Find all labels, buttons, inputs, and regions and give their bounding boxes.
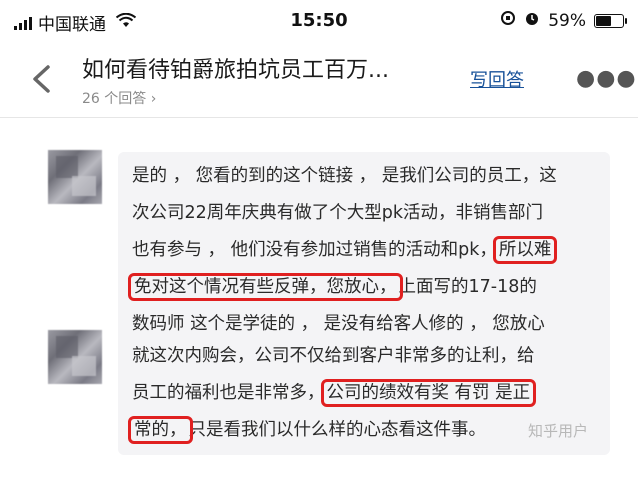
avatar (48, 330, 102, 384)
highlight-box: 公司的绩效有奖 有罚 是正 (320, 379, 537, 407)
message-line: 免对这个情况有些反弹，您放心， 上面写的17-18的 (128, 273, 537, 301)
nav-bar: 如何看待铂爵旅拍坑员工百万... 26 个回答 › 写回答 ●●● (0, 42, 638, 118)
message-line: 是的 ， 您看的到的这个链接 ， 是我们公司的员工，这 (132, 166, 557, 186)
more-options-icon[interactable]: ●●● (576, 66, 637, 91)
back-arrow-icon[interactable] (30, 64, 54, 94)
watermark: 知乎用户 (528, 422, 589, 440)
message-line: 就这次内购会，公司不仅给到客户非常多的让利，给 (132, 346, 535, 366)
alarm-icon (524, 10, 540, 31)
highlight-box: 免对这个情况有些反弹，您放心， (128, 273, 403, 301)
highlight-box: 所以难 (492, 236, 558, 264)
battery-icon (594, 13, 627, 28)
message-bubble: 是的 ， 您看的到的这个链接 ， 是我们公司的员工，这 次公司22周年庆典有做了… (118, 152, 610, 349)
message-line: 也有参与 ， 他们没有参加过销售的活动和pk， 所以难 (132, 236, 558, 264)
battery-level (596, 15, 612, 26)
status-bar: 中国联通 15:50 59% (0, 0, 638, 42)
answer-count-link[interactable]: 26 个回答 › (82, 88, 156, 108)
avatar (48, 150, 102, 204)
battery-percent: 59% (548, 10, 586, 31)
highlight-box: 常的， (128, 416, 193, 444)
chat-content: 是的 ， 您看的到的这个链接 ， 是我们公司的员工，这 次公司22周年庆典有做了… (0, 118, 638, 489)
message-line: 次公司22周年庆典有做了个大型pk活动，非销售部门 (132, 203, 544, 223)
question-title[interactable]: 如何看待铂爵旅拍坑员工百万... (82, 52, 462, 84)
message-line: 员工的福利也是非常多， 公司的绩效有奖 有罚 是正 (132, 379, 537, 407)
write-answer-button[interactable]: 写回答 (470, 66, 524, 92)
status-right: 59% (500, 10, 627, 31)
rotation-lock-icon (500, 10, 516, 31)
